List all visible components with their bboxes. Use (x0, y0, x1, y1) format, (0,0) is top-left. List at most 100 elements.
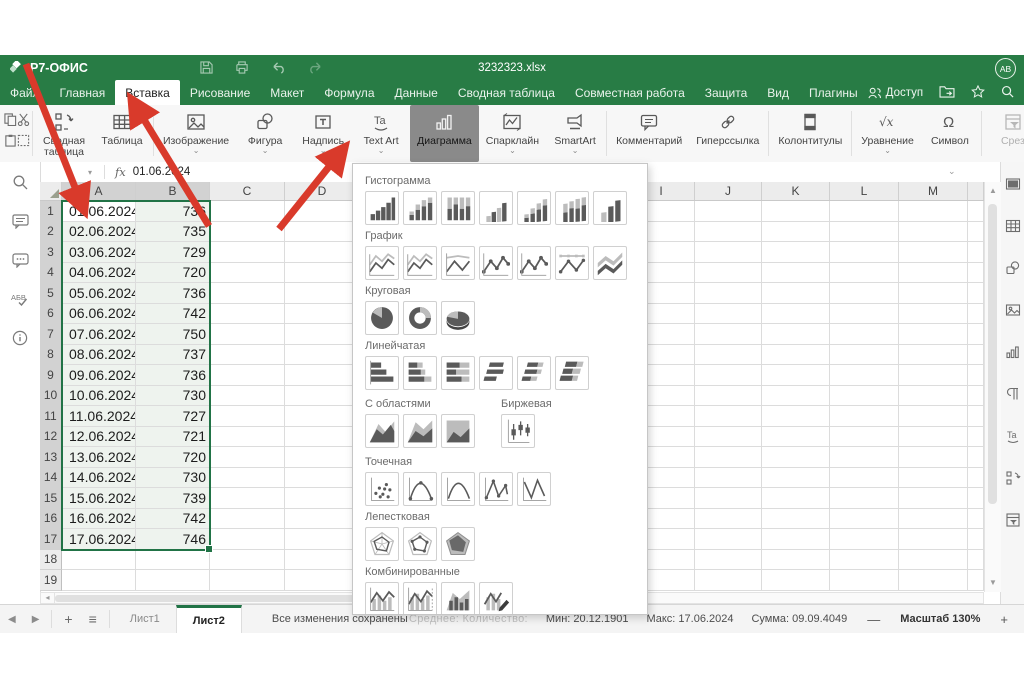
row-header-3[interactable]: 3 (40, 242, 62, 263)
cell-C3[interactable] (210, 242, 285, 263)
cell-B3[interactable]: 729 (136, 242, 210, 263)
cell-D18[interactable] (285, 550, 360, 571)
cell-C16[interactable] (210, 509, 285, 530)
image-button[interactable]: Изображение⌄ (156, 105, 236, 162)
cell-x12[interactable] (968, 427, 984, 448)
cell-B11[interactable]: 727 (136, 406, 210, 427)
cell-B12[interactable]: 721 (136, 427, 210, 448)
menu-tab-совместная-работа[interactable]: Совместная работа (565, 80, 695, 105)
cell-C14[interactable] (210, 468, 285, 489)
cell-A6[interactable]: 06.06.2024 (62, 304, 136, 325)
chart-type-stacked-area[interactable] (403, 414, 437, 448)
cell-K5[interactable] (762, 283, 830, 304)
paragraph-settings-icon[interactable] (1005, 386, 1021, 407)
cell-x5[interactable] (968, 283, 984, 304)
cell-C19[interactable] (210, 570, 285, 591)
find-icon[interactable] (12, 174, 28, 190)
chart-type-stock[interactable] (501, 414, 535, 448)
row-header-14[interactable]: 14 (40, 468, 62, 489)
chart-type-scatter-lines[interactable] (517, 472, 551, 506)
cell-B5[interactable]: 736 (136, 283, 210, 304)
cell-K17[interactable] (762, 529, 830, 550)
add-sheet-button[interactable]: + (56, 605, 80, 633)
menu-tab-защита[interactable]: Защита (695, 80, 758, 105)
cell-D9[interactable] (285, 365, 360, 386)
cell-M14[interactable] (899, 468, 968, 489)
cell-K7[interactable] (762, 324, 830, 345)
cell-K4[interactable] (762, 263, 830, 284)
comment-button[interactable]: Комментарий (609, 105, 689, 162)
cell-L11[interactable] (830, 406, 899, 427)
cell-A10[interactable]: 10.06.2024 (62, 386, 136, 407)
cell-D7[interactable] (285, 324, 360, 345)
vertical-scroll-thumb[interactable] (988, 204, 997, 504)
cell-A11[interactable]: 11.06.2024 (62, 406, 136, 427)
row-header-19[interactable]: 19 (40, 570, 62, 591)
cell-M19[interactable] (899, 570, 968, 591)
cell-L8[interactable] (830, 345, 899, 366)
cell-L18[interactable] (830, 550, 899, 571)
cell-B6[interactable]: 742 (136, 304, 210, 325)
chart-type-combo-custom[interactable] (479, 582, 513, 615)
cell-C1[interactable] (210, 201, 285, 222)
info-icon[interactable] (12, 330, 28, 346)
vertical-scrollbar[interactable]: ▲ ▼ (984, 182, 1001, 592)
chart-type-pie[interactable] (365, 301, 399, 335)
cell-J5[interactable] (695, 283, 762, 304)
slicer-settings-icon[interactable] (1005, 512, 1021, 533)
row-header-4[interactable]: 4 (40, 263, 62, 284)
chart-type-clustered-bar-3d[interactable] (479, 356, 513, 390)
chart-type-scatter-smooth-markers[interactable] (403, 472, 437, 506)
chart-button[interactable]: Диаграмма⌃ (410, 105, 479, 162)
chart-type-stacked-column-100-3d[interactable] (555, 191, 589, 225)
cell-J17[interactable] (695, 529, 762, 550)
menu-tab-макет[interactable]: Макет (260, 80, 314, 105)
cell-J18[interactable] (695, 550, 762, 571)
cell-K15[interactable] (762, 488, 830, 509)
chart-type-column-3d[interactable] (593, 191, 627, 225)
chart-type-clustered-bar[interactable] (365, 356, 399, 390)
favorite-button[interactable] (971, 85, 985, 101)
column-header-K[interactable]: K (762, 182, 830, 200)
cell-D5[interactable] (285, 283, 360, 304)
chart-type-combo-clustered-line[interactable] (365, 582, 399, 615)
cell-B13[interactable]: 720 (136, 447, 210, 468)
cell-L1[interactable] (830, 201, 899, 222)
paste-button[interactable] (4, 134, 17, 152)
chat-panel-icon[interactable] (12, 253, 29, 268)
cell-A14[interactable]: 14.06.2024 (62, 468, 136, 489)
cell-x8[interactable] (968, 345, 984, 366)
menu-tab-вид[interactable]: Вид (757, 80, 799, 105)
cell-K1[interactable] (762, 201, 830, 222)
cell-K3[interactable] (762, 242, 830, 263)
chart-type-doughnut[interactable] (403, 301, 437, 335)
cell-L15[interactable] (830, 488, 899, 509)
row-header-2[interactable]: 2 (40, 222, 62, 243)
cell-J14[interactable] (695, 468, 762, 489)
chart-type-area-100[interactable] (441, 414, 475, 448)
cell-x18[interactable] (968, 550, 984, 571)
chart-type-line-100[interactable] (441, 246, 475, 280)
cell-L19[interactable] (830, 570, 899, 591)
cell-K11[interactable] (762, 406, 830, 427)
cell-L2[interactable] (830, 222, 899, 243)
scroll-left-icon[interactable]: ◂ (41, 593, 55, 603)
cell-M7[interactable] (899, 324, 968, 345)
row-header-13[interactable]: 13 (40, 447, 62, 468)
cell-C7[interactable] (210, 324, 285, 345)
cell-M17[interactable] (899, 529, 968, 550)
cell-J9[interactable] (695, 365, 762, 386)
app-logo[interactable]: Р7-ОФИС (0, 61, 160, 75)
table-button[interactable]: Таблица (93, 105, 151, 162)
cell-x10[interactable] (968, 386, 984, 407)
menu-tab-главная[interactable]: Главная (50, 80, 116, 105)
cell-A18[interactable] (62, 550, 136, 571)
cell-x15[interactable] (968, 488, 984, 509)
column-header-A[interactable]: A (62, 182, 136, 200)
shape-button[interactable]: Фигура⌄ (236, 105, 294, 162)
open-location-button[interactable] (939, 85, 955, 101)
cell-C15[interactable] (210, 488, 285, 509)
row-header-15[interactable]: 15 (40, 488, 62, 509)
cell-x1[interactable] (968, 201, 984, 222)
cell-C13[interactable] (210, 447, 285, 468)
